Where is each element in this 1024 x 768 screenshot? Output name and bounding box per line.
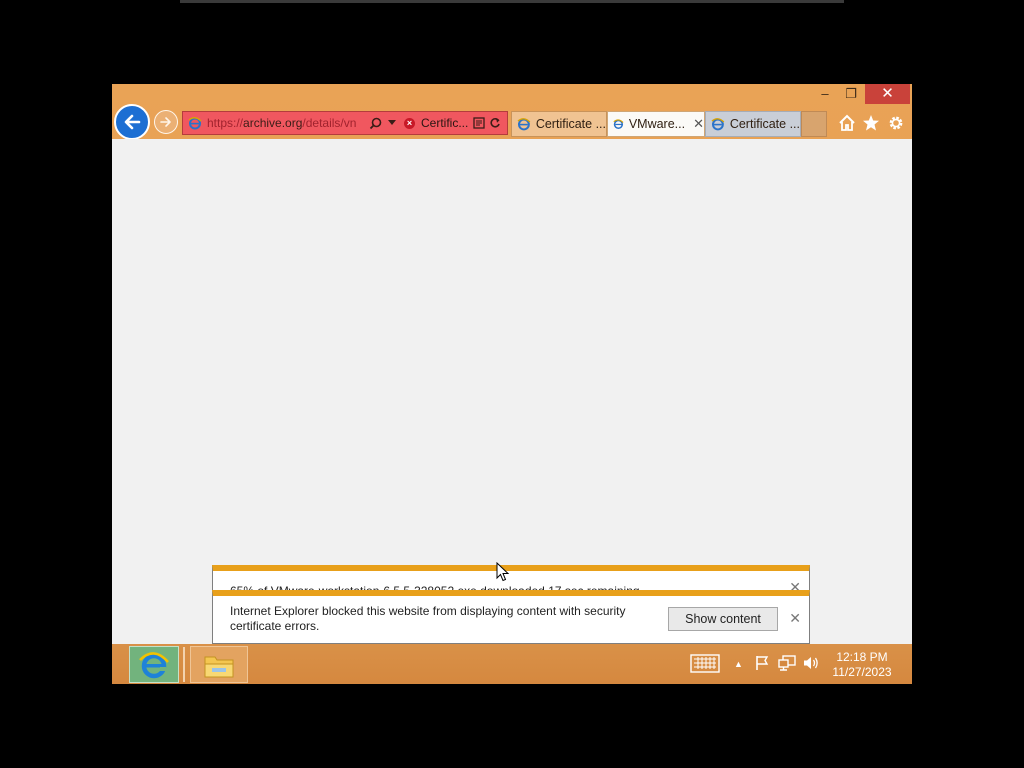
- minimize-button[interactable]: –: [812, 84, 838, 104]
- tab-certificate-1[interactable]: Certificate ...: [511, 111, 607, 137]
- network-button[interactable]: [778, 655, 796, 676]
- favorites-button[interactable]: [861, 113, 881, 133]
- back-arrow-icon: [124, 114, 141, 130]
- tab-label: VMware...: [628, 117, 686, 131]
- compatibility-view-icon[interactable]: [473, 117, 485, 129]
- url-text[interactable]: https://archive.org/details/vn: [207, 116, 363, 130]
- tab-certificate-2[interactable]: Certificate ...: [705, 111, 801, 137]
- home-icon: [839, 114, 855, 131]
- url-domain: archive.org: [243, 116, 303, 130]
- close-window-button[interactable]: ✕: [865, 84, 910, 104]
- top-edge-bar: [180, 0, 844, 3]
- security-notification-bar: Internet Explorer blocked this website f…: [212, 590, 810, 644]
- taskbar-file-explorer[interactable]: [190, 646, 248, 683]
- certificate-error-label[interactable]: Certific...: [421, 116, 469, 130]
- keyboard-icon: [690, 654, 720, 673]
- security-message: Internet Explorer blocked this website f…: [230, 604, 626, 633]
- clock-date: 11/27/2023: [832, 665, 892, 679]
- folder-icon: [204, 656, 234, 677]
- close-tab-icon[interactable]: ✕: [693, 116, 704, 132]
- restore-button[interactable]: ❐: [838, 84, 864, 104]
- network-icon: [778, 655, 796, 671]
- home-button[interactable]: [837, 113, 857, 133]
- url-path: /details/vn: [302, 116, 357, 130]
- show-content-button[interactable]: Show content: [668, 607, 778, 631]
- tab-label: Certificate ...: [729, 117, 800, 131]
- close-icon[interactable]: ✕: [789, 610, 801, 627]
- ie-tab-icon: [517, 118, 531, 131]
- volume-button[interactable]: [802, 655, 820, 676]
- url-scheme: https://: [207, 116, 244, 130]
- taskbar-internet-explorer[interactable]: [129, 646, 179, 683]
- star-icon: [863, 115, 879, 131]
- taskbar-separator: [183, 647, 185, 682]
- action-center-button[interactable]: [754, 655, 770, 676]
- forward-button[interactable]: [154, 110, 178, 134]
- new-tab-button[interactable]: [801, 111, 827, 137]
- ie-browser-window: – ❐ ✕ https://archive.org/details/vn × C…: [112, 84, 912, 684]
- forward-arrow-icon: [160, 117, 171, 127]
- mouse-cursor-icon: [496, 562, 510, 582]
- tab-vmware[interactable]: VMware... ✕: [607, 111, 705, 137]
- system-clock[interactable]: 12:18 PM 11/27/2023: [827, 650, 897, 680]
- taskbar: ▲ 12:18 PM 11/27/2023: [112, 644, 912, 684]
- ie-page-icon: [188, 117, 202, 130]
- tab-label: Certificate ...: [535, 117, 606, 131]
- address-bar[interactable]: https://archive.org/details/vn × Certifi…: [182, 111, 508, 135]
- dropdown-icon[interactable]: [388, 120, 396, 126]
- gear-icon: [889, 116, 903, 130]
- back-button[interactable]: [114, 104, 150, 140]
- ie-tab-icon: [711, 118, 725, 131]
- search-icon[interactable]: [369, 117, 382, 130]
- tools-button[interactable]: [886, 113, 906, 133]
- on-screen-keyboard-button[interactable]: [690, 654, 720, 678]
- refresh-icon[interactable]: [489, 117, 501, 129]
- internet-explorer-icon: [139, 651, 169, 678]
- ie-tab-icon: [613, 119, 624, 130]
- clock-time: 12:18 PM: [836, 650, 888, 664]
- volume-icon: [804, 657, 818, 669]
- certificate-error-icon[interactable]: ×: [404, 117, 415, 129]
- show-hidden-icons-button[interactable]: ▲: [734, 655, 743, 673]
- action-center-flag-icon: [756, 656, 769, 670]
